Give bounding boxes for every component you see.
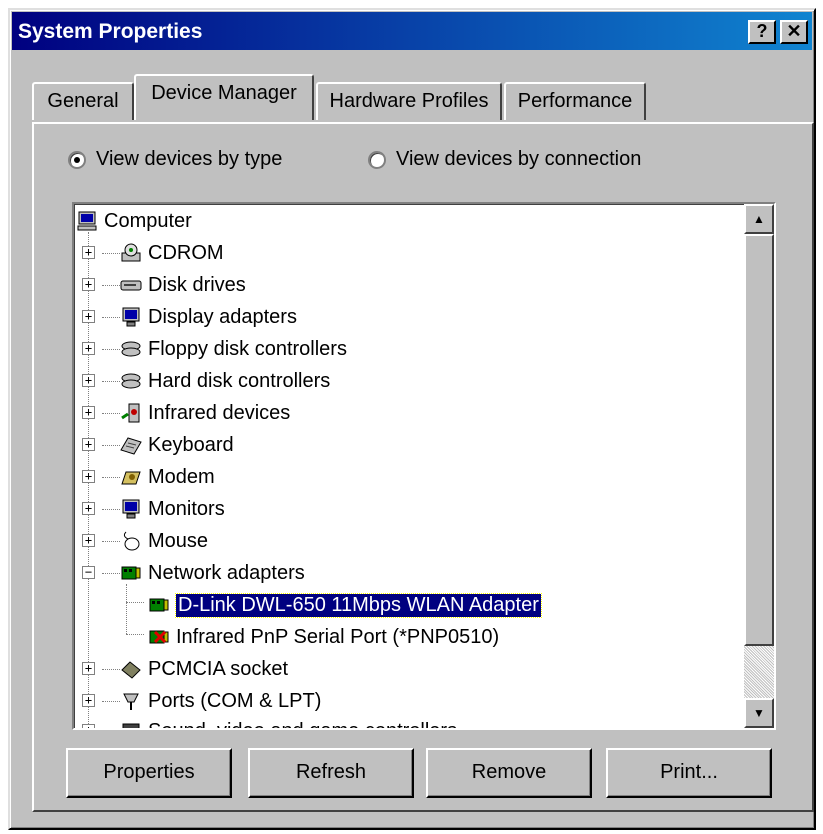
remove-button[interactable]: Remove	[426, 748, 592, 798]
keyboard-icon	[120, 434, 142, 456]
radio-label: View devices by type	[96, 148, 283, 170]
tree-label: Hard disk controllers	[148, 369, 331, 392]
radio-button[interactable]	[68, 150, 86, 169]
tree-item-pcmcia-socket[interactable]: + PCMCIA socket	[80, 654, 288, 684]
computer-icon	[76, 210, 98, 232]
tree-item-monitors[interactable]: + Monitors	[80, 494, 225, 524]
radio-view-by-type[interactable]: View devices by type	[68, 148, 282, 171]
radio-label: View devices by connection	[396, 148, 642, 170]
modem-icon	[120, 466, 142, 488]
tree-root-computer[interactable]: Computer	[76, 206, 192, 236]
collapse-minus-icon[interactable]: −	[82, 566, 95, 579]
tree-label: Keyboard	[148, 433, 234, 456]
scroll-up-arrow-icon[interactable]: ▲	[744, 204, 774, 234]
tree-label: Disk drives	[148, 273, 246, 296]
display-adapter-icon	[120, 306, 142, 328]
port-icon	[120, 690, 142, 712]
radio-view-by-connection[interactable]: View devices by connection	[368, 148, 641, 171]
tree-item-infrared-devices[interactable]: + Infrared devices	[80, 398, 290, 428]
pcmcia-icon	[120, 658, 142, 680]
tab-general[interactable]: General	[32, 82, 134, 120]
expand-plus-icon[interactable]: +	[82, 662, 95, 675]
cdrom-icon	[120, 242, 142, 264]
tree-item-sound-video-game[interactable]: + Sound, video and game controllers	[80, 716, 457, 729]
tree-label: Ports (COM & LPT)	[148, 689, 322, 712]
system-properties-window: System Properties ? ✕ General Device Man…	[8, 8, 816, 830]
tab-performance[interactable]: Performance	[504, 82, 646, 120]
tab-device-manager[interactable]: Device Manager	[134, 74, 314, 120]
properties-button[interactable]: Properties	[66, 748, 232, 798]
print-button[interactable]: Print...	[606, 748, 772, 798]
expand-plus-icon[interactable]: +	[82, 406, 95, 419]
infrared-icon	[120, 402, 142, 424]
help-button[interactable]: ?	[748, 20, 776, 44]
tree-item-keyboard[interactable]: + Keyboard	[80, 430, 234, 460]
tree-item-hard-disk-controllers[interactable]: + Hard disk controllers	[80, 366, 330, 396]
mouse-icon	[120, 530, 142, 552]
floppy-controller-icon	[120, 338, 142, 360]
network-card-icon	[148, 594, 170, 616]
window-title: System Properties	[18, 20, 203, 43]
tree-label-selected: D-Link DWL-650 11Mbps WLAN Adapter	[175, 592, 542, 618]
vertical-scrollbar[interactable]: ▲ ▼	[744, 204, 774, 728]
tree-item-floppy-disk-controllers[interactable]: + Floppy disk controllers	[80, 334, 347, 364]
expand-plus-icon[interactable]: +	[82, 502, 95, 515]
monitor-icon	[120, 498, 142, 520]
tree-label: Infrared PnP Serial Port (*PNP0510)	[176, 625, 500, 648]
tree-label: PCMCIA socket	[148, 657, 289, 680]
tree-item-modem[interactable]: + Modem	[80, 462, 215, 492]
disk-drive-icon	[120, 274, 142, 296]
refresh-button[interactable]: Refresh	[248, 748, 414, 798]
tree-item-dlink-adapter[interactable]: D-Link DWL-650 11Mbps WLAN Adapter	[148, 590, 542, 620]
expand-plus-icon[interactable]: +	[82, 724, 95, 728]
tree-item-ports[interactable]: + Ports (COM & LPT)	[80, 686, 321, 716]
tree-label: Sound, video and game controllers	[148, 720, 457, 729]
tree-label: Monitors	[148, 497, 225, 520]
tree-label: Network adapters	[148, 561, 305, 584]
expand-plus-icon[interactable]: +	[82, 310, 95, 323]
tree-label: Computer	[104, 209, 192, 232]
scroll-thumb[interactable]	[744, 234, 774, 646]
tree-item-mouse[interactable]: + Mouse	[80, 526, 208, 556]
tree-label: CDROM	[148, 241, 224, 264]
device-tree[interactable]: Computer + CDROM + Disk drives + Display…	[72, 202, 776, 730]
expand-plus-icon[interactable]: +	[82, 694, 95, 707]
tree-label: Infrared devices	[148, 401, 291, 424]
hard-disk-controller-icon	[120, 370, 142, 392]
expand-plus-icon[interactable]: +	[82, 374, 95, 387]
expand-plus-icon[interactable]: +	[82, 534, 95, 547]
tree-item-network-adapters[interactable]: − Network adapters	[80, 558, 305, 588]
network-card-error-icon	[148, 626, 170, 648]
expand-plus-icon[interactable]: +	[82, 470, 95, 483]
tree-label: Mouse	[148, 529, 209, 552]
tree-item-cdrom[interactable]: + CDROM	[80, 238, 224, 268]
close-button[interactable]: ✕	[780, 20, 808, 44]
tree-item-display-adapters[interactable]: + Display adapters	[80, 302, 297, 332]
sound-icon	[120, 720, 142, 728]
expand-plus-icon[interactable]: +	[82, 438, 95, 451]
expand-plus-icon[interactable]: +	[82, 246, 95, 259]
tab-hardware-profiles[interactable]: Hardware Profiles	[316, 82, 502, 120]
title-bar[interactable]: System Properties ? ✕	[12, 12, 812, 50]
network-adapter-icon	[120, 562, 142, 584]
tree-label: Floppy disk controllers	[148, 337, 347, 360]
radio-button[interactable]	[368, 150, 386, 169]
scroll-down-arrow-icon[interactable]: ▼	[744, 698, 774, 728]
expand-plus-icon[interactable]: +	[82, 342, 95, 355]
tree-label: Modem	[148, 465, 215, 488]
tree-item-disk-drives[interactable]: + Disk drives	[80, 270, 246, 300]
tree-label: Display adapters	[148, 305, 297, 328]
expand-plus-icon[interactable]: +	[82, 278, 95, 291]
tree-item-infrared-pnp-port[interactable]: Infrared PnP Serial Port (*PNP0510)	[148, 622, 499, 652]
